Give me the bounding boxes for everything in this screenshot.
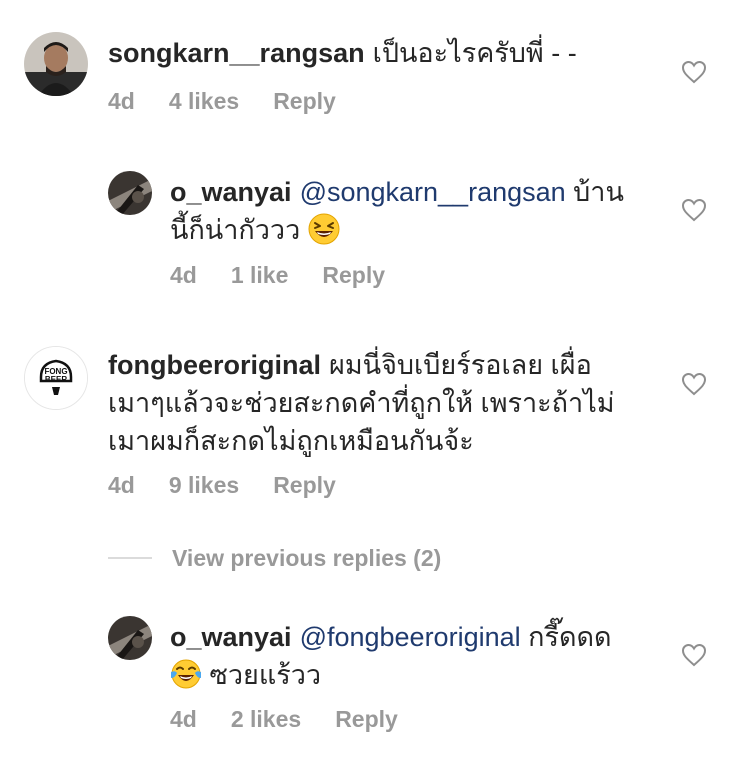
heart-icon[interactable]: [681, 198, 707, 222]
likes-count[interactable]: 9 likes: [169, 472, 239, 499]
heart-icon[interactable]: [681, 60, 707, 84]
reply-button[interactable]: Reply: [273, 472, 336, 499]
comment-meta: 4d 4 likes Reply: [108, 88, 336, 115]
avatar[interactable]: FONG BEER: [24, 346, 88, 410]
comment-body-line1: ผมนี่จิบเบียร์รอเลย เผื่อ: [329, 350, 592, 380]
comment-body: เป็นอะไรครับพี่ - -: [372, 38, 577, 68]
username[interactable]: o_wanyai: [170, 177, 292, 207]
comment-meta: 4d 1 like Reply: [170, 262, 385, 289]
comment-meta: 4d 9 likes Reply: [108, 472, 336, 499]
username[interactable]: o_wanyai: [170, 622, 292, 652]
timestamp: 4d: [170, 706, 197, 732]
view-previous-replies-button[interactable]: View previous replies (2): [108, 540, 441, 576]
timestamp: 4d: [108, 472, 135, 498]
timestamp: 4d: [108, 88, 135, 114]
heart-icon[interactable]: [681, 643, 707, 667]
mention-link[interactable]: @songkarn__rangsan: [300, 177, 566, 207]
comment-body-line2: ซวยแร้วว: [209, 660, 322, 690]
username[interactable]: songkarn__rangsan: [108, 38, 365, 68]
comment-text: songkarn__rangsan เป็นอะไรครับพี่ - -: [108, 34, 668, 72]
username[interactable]: fongbeeroriginal: [108, 350, 321, 380]
face-with-tears-of-joy-icon: [171, 659, 201, 689]
avatar[interactable]: [24, 32, 88, 96]
reply-button[interactable]: Reply: [322, 262, 385, 289]
avatar[interactable]: [108, 171, 152, 215]
comment-text: fongbeeroriginal ผมนี่จิบเบียร์รอเลย เผื่…: [108, 346, 688, 460]
comment-body-line1: กรี๊ดดด: [528, 622, 612, 652]
logo-text-beer: BEER: [45, 375, 67, 384]
avatar[interactable]: [108, 616, 152, 660]
comment-text: o_wanyai @fongbeeroriginal กรี๊ดดด ซวยแร้…: [170, 618, 670, 694]
comment-meta: 4d 2 likes Reply: [170, 706, 398, 733]
likes-count[interactable]: 2 likes: [231, 706, 301, 733]
comment-body-line1: บ้าน: [573, 177, 624, 207]
mention-link[interactable]: @fongbeeroriginal: [300, 622, 521, 652]
comment-body-line3: เมาผมก็สะกดไม่ถูกเหมือนกันจ้ะ: [108, 426, 474, 456]
likes-count[interactable]: 4 likes: [169, 88, 239, 115]
timestamp: 4d: [170, 262, 197, 288]
grinning-squinting-face-icon: [308, 213, 340, 245]
comment-body-line2: นี้ก็น่ากัววว: [170, 215, 301, 245]
reply-button[interactable]: Reply: [335, 706, 398, 733]
heart-icon[interactable]: [681, 372, 707, 396]
likes-count[interactable]: 1 like: [231, 262, 289, 289]
comment-text: o_wanyai @songkarn__rangsan บ้าน นี้ก็น่า…: [170, 173, 670, 249]
view-previous-replies-label: View previous replies (2): [172, 544, 442, 571]
comment-body-line2: เมาๆแล้วจะช่วยสะกดคำที่ถูกให้ เพราะถ้าไม…: [108, 388, 615, 418]
reply-button[interactable]: Reply: [273, 88, 336, 115]
divider-line: [108, 557, 152, 559]
